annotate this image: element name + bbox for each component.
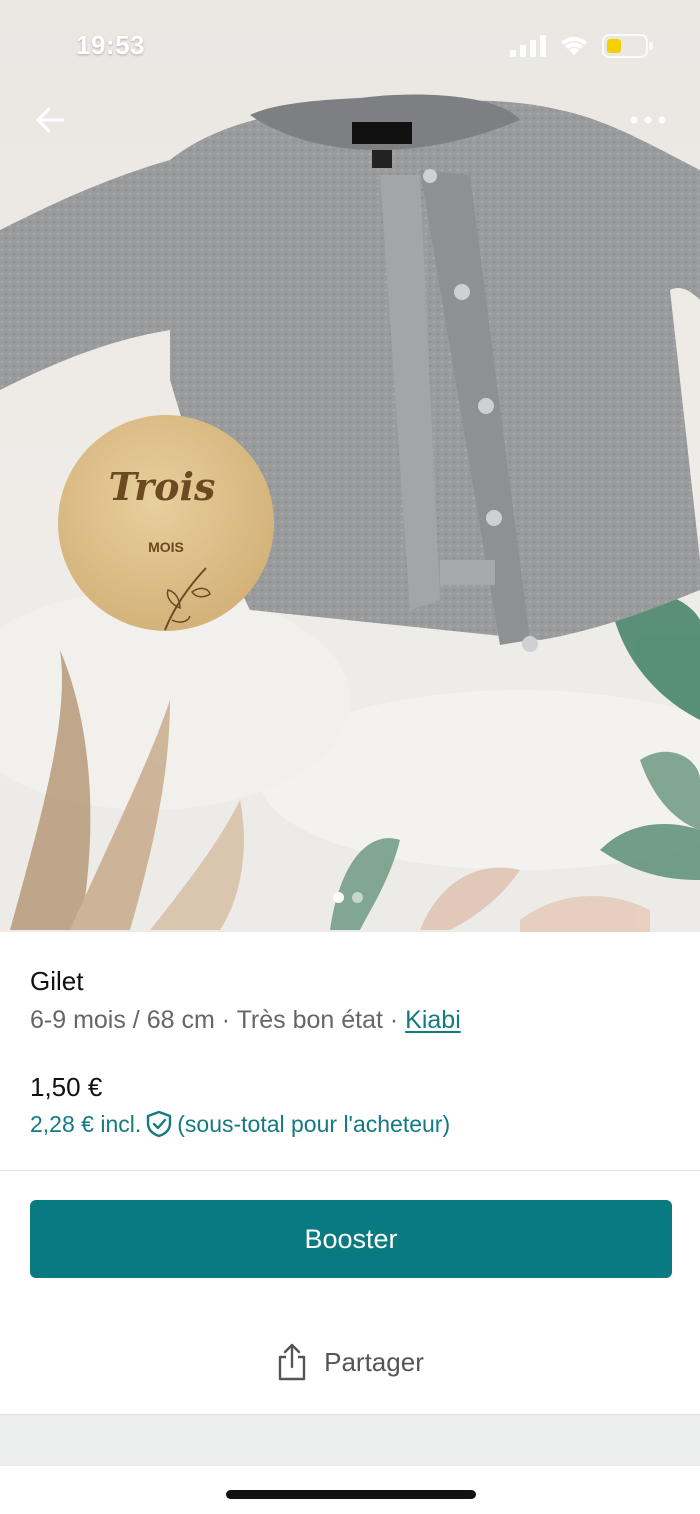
more-dots-icon (630, 116, 666, 124)
wooden-badge (58, 415, 274, 631)
home-indicator[interactable] (226, 1490, 476, 1499)
product-photo[interactable]: Trois MOIS 19:53 (0, 0, 700, 932)
buyer-price-note: (sous-total pour l'acheteur) (177, 1110, 451, 1137)
share-button[interactable]: Partager (0, 1330, 700, 1394)
booster-button[interactable]: Booster (30, 1200, 672, 1278)
item-title: Gilet (30, 966, 84, 996)
buyer-price[interactable]: 2,28 € incl. (sous-total pour l'acheteur… (30, 1110, 450, 1138)
share-icon (278, 1343, 306, 1381)
item-price: 1,50 € (30, 1072, 103, 1102)
buyer-price-amount: 2,28 € incl. (30, 1110, 142, 1137)
item-info: Gilet 6-9 mois / 68 cm · Très bon état ·… (0, 932, 700, 1170)
carousel-dot-active[interactable] (333, 892, 344, 903)
item-size: 6-9 mois / 68 cm (30, 1006, 215, 1034)
status-icons (510, 34, 654, 58)
back-button[interactable] (30, 100, 70, 140)
status-time: 19:53 (76, 30, 145, 60)
battery-icon (602, 34, 653, 58)
divider (0, 1170, 700, 1171)
wifi-icon (561, 36, 587, 55)
svg-text:MOIS: MOIS (148, 539, 184, 555)
item-details: 6-9 mois / 68 cm · Très bon état · Kiabi (30, 1006, 461, 1035)
cellular-signal-icon (510, 35, 546, 57)
carousel-indicator (333, 892, 363, 903)
separator: · (221, 1006, 231, 1034)
separator: · (389, 1006, 399, 1034)
arrow-left-icon (36, 107, 65, 133)
item-condition: Très bon état (236, 1006, 383, 1034)
svg-text:Trois: Trois (109, 464, 216, 509)
more-options-button[interactable] (624, 104, 672, 136)
brand-link[interactable]: Kiabi (405, 1006, 461, 1034)
cardigan-photo: Trois MOIS (0, 94, 700, 932)
shield-check-icon (147, 1110, 172, 1138)
carousel-dot[interactable] (352, 892, 363, 903)
share-label: Partager (324, 1346, 424, 1377)
footer-strip (0, 1414, 700, 1466)
